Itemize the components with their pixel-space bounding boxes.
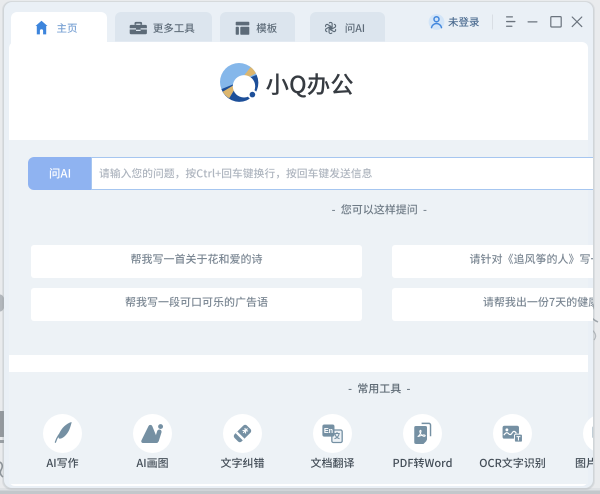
svg-text:En: En xyxy=(324,426,333,435)
